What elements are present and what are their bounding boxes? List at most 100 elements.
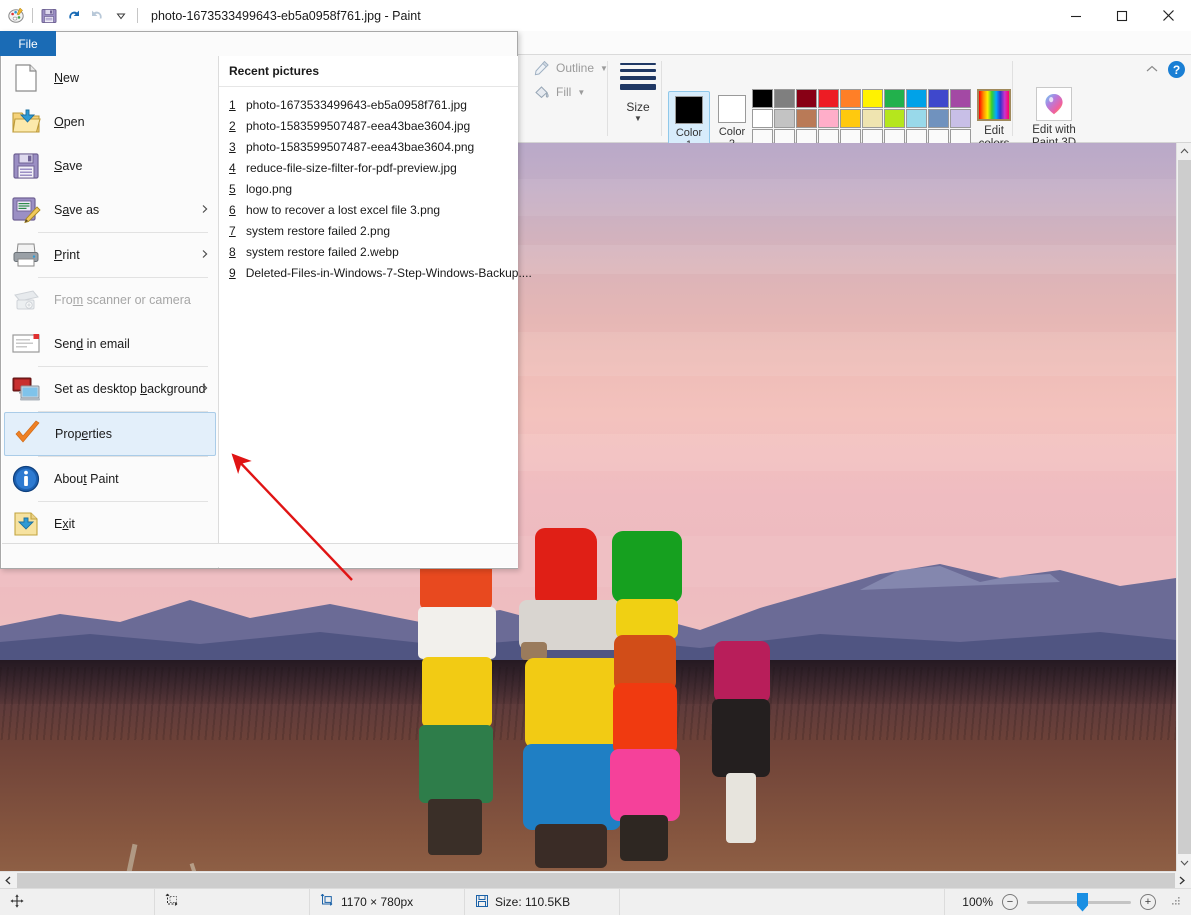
recent-picture-item[interactable]: 6 how to recover a lost excel file 3.png (219, 199, 518, 220)
file-menu-item-save[interactable]: Save (2, 144, 218, 188)
vertical-scrollbar[interactable] (1176, 143, 1191, 871)
open-folder-icon (10, 106, 42, 138)
undo-icon[interactable] (61, 4, 85, 28)
file-menu-item-label: About Paint (54, 472, 119, 486)
customize-qat-icon[interactable] (109, 4, 133, 28)
palette-swatch[interactable] (884, 89, 905, 108)
chevron-down-icon[interactable]: ▼ (577, 88, 585, 97)
recent-picture-number: 1 (229, 97, 236, 112)
save-icon[interactable] (37, 4, 61, 28)
palette-swatch[interactable] (818, 109, 839, 128)
fill-label: Fill (556, 85, 572, 99)
edit-colors-button[interactable]: Edit colors (972, 89, 1016, 151)
recent-pictures-list: 1 photo-1673533499643-eb5a0958f761.jpg 2 ph… (219, 87, 532, 283)
submenu-arrow-icon (202, 250, 208, 261)
recent-picture-item[interactable]: 2 photo-1583599507487-eea43bae3604.jpg (219, 115, 518, 136)
file-menu-item-exit[interactable]: Exit (2, 502, 218, 546)
submenu-arrow-icon (202, 384, 208, 395)
collapse-ribbon-icon[interactable] (1146, 64, 1158, 76)
recent-picture-name: how to recover a lost excel file 3.png (246, 202, 441, 217)
palette-swatch[interactable] (928, 109, 949, 128)
rock (610, 749, 680, 821)
file-menu-item-set-as-desktop-background[interactable]: Set as desktop background (2, 367, 218, 411)
file-menu-item-send-in-email[interactable]: Send in email (2, 322, 218, 366)
status-image-dimensions: 1170 × 780px (310, 888, 465, 915)
recent-picture-item[interactable]: 1 photo-1673533499643-eb5a0958f761.jpg (219, 94, 518, 115)
file-menu-item-about-paint[interactable]: About Paint (2, 457, 218, 501)
palette-swatch[interactable] (840, 89, 861, 108)
palette-swatch[interactable] (950, 89, 971, 108)
recent-picture-item[interactable]: 3 photo-1583599507487-eea43bae3604.png (219, 136, 518, 157)
palette-swatch[interactable] (840, 109, 861, 128)
file-size-value: Size: 110.5KB (495, 895, 571, 909)
rock (613, 683, 677, 755)
recent-picture-name: photo-1673533499643-eb5a0958f761.jpg (246, 97, 467, 112)
file-menu-item-new[interactable]: New (2, 56, 218, 100)
palette-swatch[interactable] (796, 109, 817, 128)
recent-picture-number: 6 (229, 202, 236, 217)
zoom-in-button[interactable]: + (1140, 894, 1156, 910)
redo-icon[interactable] (85, 4, 109, 28)
file-menu-item-print[interactable]: Print (2, 233, 218, 277)
chevron-down-icon[interactable]: ▼ (614, 115, 662, 123)
palette-swatch[interactable] (906, 109, 927, 128)
save-disk-icon (10, 150, 42, 182)
file-menu-tab[interactable]: File (0, 31, 56, 56)
scroll-up-button[interactable] (1177, 143, 1191, 159)
edit-with-paint3d-button[interactable]: Edit with Paint 3D (1022, 87, 1086, 150)
palette-swatch[interactable] (928, 89, 949, 108)
recent-picture-item[interactable]: 5 logo.png (219, 178, 518, 199)
palette-swatch[interactable] (884, 109, 905, 128)
horizontal-scrollbar[interactable] (0, 871, 1176, 888)
ribbon-help-row: ? (1146, 61, 1185, 78)
palette-swatch[interactable] (862, 109, 883, 128)
palette-swatch[interactable] (950, 109, 971, 128)
recent-picture-item[interactable]: 4 reduce-file-size-filter-for-pdf-preview… (219, 157, 518, 178)
zoom-slider-track[interactable] (1027, 892, 1131, 912)
palette-swatch[interactable] (774, 109, 795, 128)
color-palette[interactable] (752, 89, 971, 149)
recent-picture-item[interactable]: 7 system restore failed 2.png (219, 220, 518, 241)
palette-swatch[interactable] (796, 89, 817, 108)
close-button[interactable] (1145, 0, 1191, 31)
ribbon-divider-3 (1012, 61, 1013, 136)
recent-picture-number: 3 (229, 139, 236, 154)
color2-swatch (718, 95, 746, 123)
file-menu-item-save-as[interactable]: Save as (2, 188, 218, 232)
paint-bucket-icon (531, 83, 551, 101)
zoom-out-button[interactable]: − (1002, 894, 1018, 910)
submenu-arrow-icon (202, 205, 208, 216)
palette-swatch[interactable] (774, 89, 795, 108)
color-spectrum-icon (977, 89, 1011, 121)
edit-colors-label-line1: Edit (984, 125, 1004, 137)
file-menu-item-open[interactable]: Open (2, 100, 218, 144)
rock (616, 599, 678, 639)
minimize-button[interactable] (1053, 0, 1099, 31)
resize-grip-icon[interactable] (1169, 895, 1183, 909)
palette-swatch[interactable] (906, 89, 927, 108)
size-button[interactable]: Size ▼ (614, 58, 662, 123)
recent-picture-name: system restore failed 2.webp (246, 244, 399, 259)
palette-swatch[interactable] (752, 89, 773, 108)
pencil-outline-icon (531, 59, 551, 77)
file-menu-item-label: Properties (55, 427, 112, 441)
recent-picture-name: photo-1583599507487-eea43bae3604.jpg (246, 118, 471, 133)
palette-swatch[interactable] (862, 89, 883, 108)
palette-swatch[interactable] (752, 109, 773, 128)
outline-label: Outline (556, 61, 595, 75)
help-icon[interactable]: ? (1168, 61, 1185, 78)
maximize-button[interactable] (1099, 0, 1145, 31)
recent-pictures-header: Recent pictures (219, 56, 518, 87)
recent-picture-item[interactable]: 8 system restore failed 2.webp (219, 241, 518, 262)
file-menu-item-properties[interactable]: Properties (4, 412, 216, 456)
scroll-down-button[interactable] (1177, 855, 1191, 871)
vertical-scroll-thumb[interactable] (1178, 160, 1191, 854)
paint-icon[interactable] (4, 4, 28, 28)
file-menu-item-label: Save (54, 159, 83, 173)
zoom-slider-thumb[interactable] (1077, 892, 1088, 912)
recent-picture-item[interactable]: 9 Deleted-Files-in-Windows-7-Step-Windows… (219, 262, 532, 283)
palette-swatch[interactable] (818, 89, 839, 108)
file-menu-item-label: Set as desktop background (54, 382, 206, 396)
horizontal-scroll-thumb[interactable] (17, 873, 1175, 888)
scroll-left-button[interactable] (0, 872, 16, 889)
